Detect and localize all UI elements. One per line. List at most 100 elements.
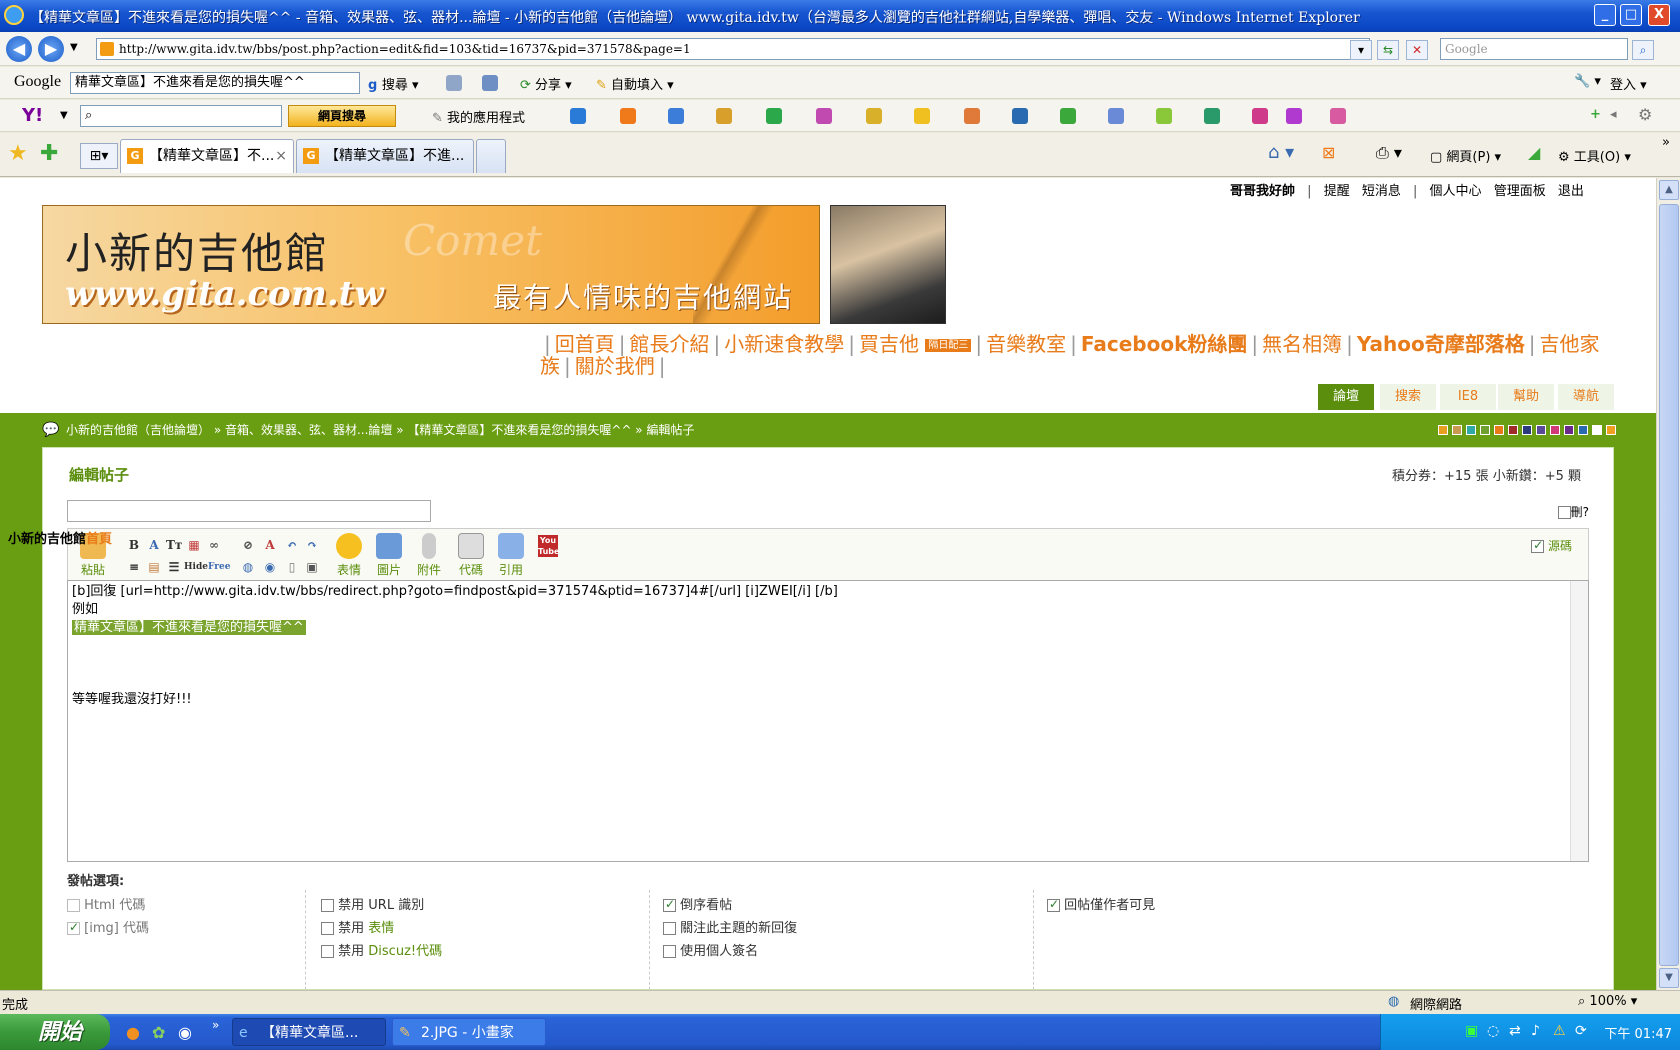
follow-replies-option[interactable]: 關注此主題的新回復 <box>663 917 797 936</box>
disable-smilies-option[interactable]: 禁用 表情 <box>321 917 394 936</box>
admin-panel-link[interactable]: 管理面板 <box>1494 184 1546 199</box>
search-input[interactable]: Google <box>1440 38 1628 60</box>
app-icon-3[interactable] <box>766 108 782 124</box>
html-code-option[interactable]: Html 代碼 <box>67 894 145 913</box>
new-tab-button[interactable] <box>476 139 506 173</box>
theme-swatch[interactable] <box>1438 425 1448 435</box>
table-icon[interactable]: ▤ <box>146 559 162 575</box>
search-icon[interactable]: ⌕ <box>1632 40 1654 60</box>
yahoo-dropdown-icon[interactable]: ▼ <box>60 110 68 121</box>
theme-swatch[interactable] <box>1494 425 1504 435</box>
theme-swatch[interactable] <box>1592 425 1602 435</box>
page-icon[interactable]: ▯ <box>284 559 300 575</box>
code-button[interactable]: 代碼 <box>454 533 488 578</box>
username-link[interactable]: 哥哥我好帥 <box>1230 184 1295 199</box>
nav-buy-guitar[interactable]: 買吉他 <box>859 332 919 356</box>
theme-swatch[interactable] <box>1606 425 1616 435</box>
delete-checkbox-box[interactable] <box>1557 506 1571 519</box>
disable-url-option[interactable]: 禁用 URL 識別 <box>321 894 424 913</box>
add-favorites-icon[interactable]: ✚ <box>40 141 58 166</box>
research-icon[interactable]: ◢ <box>1528 143 1540 162</box>
security-icon[interactable]: ⚠ <box>1553 1023 1566 1039</box>
message-textarea[interactable]: [b]回復 [url=http://www.gita.idv.tw/bbs/re… <box>67 580 1589 862</box>
autofill-button[interactable]: ✎ 自動填入 ▾ <box>596 74 674 93</box>
refresh-icon[interactable]: ⇆ <box>1377 40 1399 60</box>
quick-tabs-icon[interactable]: ⊞▾ <box>80 143 118 169</box>
theme-swatch[interactable] <box>1564 425 1574 435</box>
firefox-icon[interactable]: ● <box>126 1023 140 1042</box>
zoom-control[interactable]: ⌕ 100% ▾ <box>1578 994 1637 1009</box>
page-scrollbar[interactable]: ▲ ▼ <box>1656 178 1680 990</box>
collapse-icon[interactable]: ◂ <box>1610 107 1617 122</box>
page-menu[interactable]: ▢ 網頁(P) ▾ <box>1430 146 1501 165</box>
nav-about-us[interactable]: 關於我們 <box>575 354 655 378</box>
app-icon-14[interactable] <box>1286 108 1302 124</box>
quote-button[interactable]: 引用 <box>494 533 528 578</box>
source-mode-checkbox[interactable]: 源碼 <box>1531 537 1572 554</box>
wrench-icon[interactable]: 🔧 ▾ <box>1574 74 1601 89</box>
author-only-option[interactable]: 回帖僅作者可見 <box>1047 894 1155 913</box>
theme-swatch[interactable] <box>1578 425 1588 435</box>
tab-navigation[interactable]: 導航 <box>1558 384 1614 410</box>
app-icon-15[interactable] <box>1330 108 1346 124</box>
yahoo-web-search-button[interactable]: 網頁搜尋 <box>288 105 396 127</box>
media-player-icon[interactable]: ◉ <box>178 1023 192 1042</box>
theme-swatch[interactable] <box>1522 425 1532 435</box>
insert-icon[interactable]: ▣ <box>304 559 320 575</box>
nav-facebook[interactable]: Facebook粉絲團 <box>1081 332 1248 356</box>
mail-icon[interactable] <box>668 108 684 124</box>
share-button[interactable]: ⟳ 分享 ▾ <box>520 74 572 93</box>
reminder-link[interactable]: 提醒 <box>1324 184 1350 199</box>
subject-input[interactable] <box>67 500 431 522</box>
app-icon-5[interactable] <box>866 108 882 124</box>
maximize-button[interactable]: □ <box>1620 4 1642 26</box>
login-button[interactable]: 登入 ▾ <box>1610 74 1647 93</box>
back-button[interactable]: ◀ <box>6 36 32 62</box>
close-button[interactable]: X <box>1648 4 1670 26</box>
app-icon-12[interactable] <box>1204 108 1220 124</box>
image-button[interactable]: 圖片 <box>372 533 406 578</box>
scroll-up-icon[interactable]: ▲ <box>1659 180 1679 200</box>
text-size-icon[interactable]: Tт <box>166 537 182 553</box>
clear-format-icon[interactable]: A <box>262 537 278 553</box>
emoticon-button[interactable]: 表情 <box>332 533 366 578</box>
tab-1[interactable]: G 【精華文章區】不... × <box>120 139 294 173</box>
taskbar-item-paint[interactable]: ✎ 2.JPG - 小畫家 <box>392 1018 546 1046</box>
app-icon-10[interactable] <box>1108 108 1124 124</box>
app-icon-2[interactable] <box>716 108 732 124</box>
app-icon-6[interactable] <box>914 108 930 124</box>
gear-icon[interactable]: ⚙ <box>1638 105 1652 124</box>
site-banner[interactable]: Comet 小新的吉他館 www.gita.com.tw 最有人情味的吉他網站 <box>42 205 820 324</box>
bold-icon[interactable]: B <box>126 537 142 553</box>
app-icon-11[interactable] <box>1156 108 1172 124</box>
delete-checkbox[interactable]: 刪? <box>1557 503 1589 520</box>
color-icon[interactable]: ▦ <box>186 537 202 553</box>
app-icon-4[interactable] <box>816 108 832 124</box>
address-input[interactable]: http://www.gita.idv.tw/bbs/post.php?acti… <box>96 38 1370 60</box>
address-dropdown-icon[interactable]: ▾ <box>1350 40 1372 60</box>
use-signature-option[interactable]: 使用個人簽名 <box>663 940 758 959</box>
nav-music-class[interactable]: 音樂教室 <box>986 332 1066 356</box>
forward-button[interactable]: ▶ <box>38 36 64 62</box>
profile-link[interactable]: 個人中心 <box>1430 184 1482 199</box>
tab-close-icon[interactable]: × <box>275 140 287 172</box>
scroll-down-icon[interactable]: ▼ <box>1659 968 1679 988</box>
floating-site-label[interactable]: 小新的吉他館首頁 <box>8 528 112 547</box>
yahoo-search-input[interactable]: ⌕ <box>80 105 282 127</box>
nav-home[interactable]: 回首頁 <box>555 332 615 356</box>
more-commands-icon[interactable]: » <box>1662 135 1670 150</box>
free-icon[interactable]: Free <box>208 559 230 575</box>
app-icon-9[interactable] <box>1060 108 1076 124</box>
minimize-button[interactable]: _ <box>1594 4 1616 26</box>
textarea-scrollbar[interactable] <box>1570 581 1588 861</box>
app-icon-7[interactable] <box>964 108 980 124</box>
theme-swatch[interactable] <box>1480 425 1490 435</box>
app-icon-13[interactable] <box>1252 108 1268 124</box>
tab-search[interactable]: 搜索 <box>1380 384 1436 410</box>
nav-quick-lessons[interactable]: 小新速食教學 <box>724 332 844 356</box>
hide-icon[interactable]: Hide <box>184 559 208 575</box>
font-icon[interactable]: A <box>146 537 162 553</box>
reverse-order-option[interactable]: 倒序看帖 <box>663 894 732 913</box>
logout-link[interactable]: 退出 <box>1558 184 1584 199</box>
messenger-icon[interactable]: ✿ <box>152 1023 165 1042</box>
